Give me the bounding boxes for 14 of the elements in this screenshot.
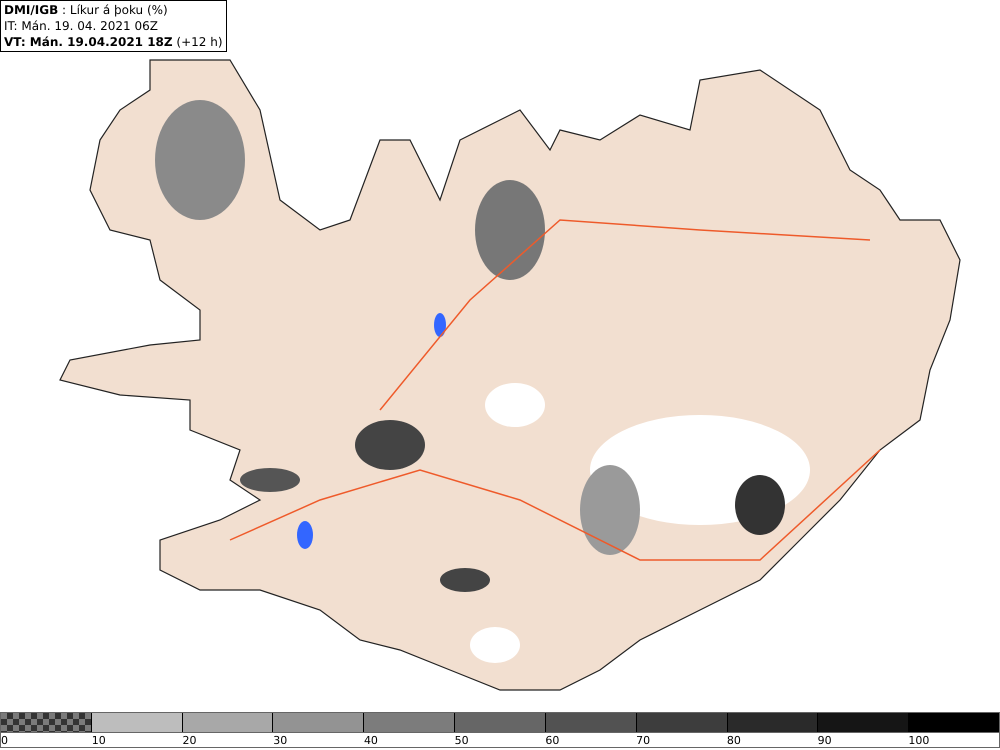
legend-label: 50 [454, 734, 469, 747]
legend-label: 70 [636, 734, 650, 747]
legend-label: 30 [273, 734, 288, 747]
caption-line: IT: Mán. 19. 04. 2021 06Z [4, 18, 159, 34]
legend-label: 80 [726, 734, 741, 747]
legend-label: 0 [1, 734, 8, 747]
legend-label: 40 [364, 734, 378, 747]
legend-label: 10 [92, 734, 106, 747]
legend-label: 20 [182, 734, 196, 747]
legend-label: 90 [818, 734, 832, 747]
caption-line: DMI/IGB : Líkur á þoku (%) [4, 2, 169, 18]
legend-label: 100 [908, 734, 930, 747]
legend-label: 60 [545, 734, 560, 747]
caption-line: VT: Mán. 19.04.2021 18Z (+12 h) [4, 34, 223, 50]
